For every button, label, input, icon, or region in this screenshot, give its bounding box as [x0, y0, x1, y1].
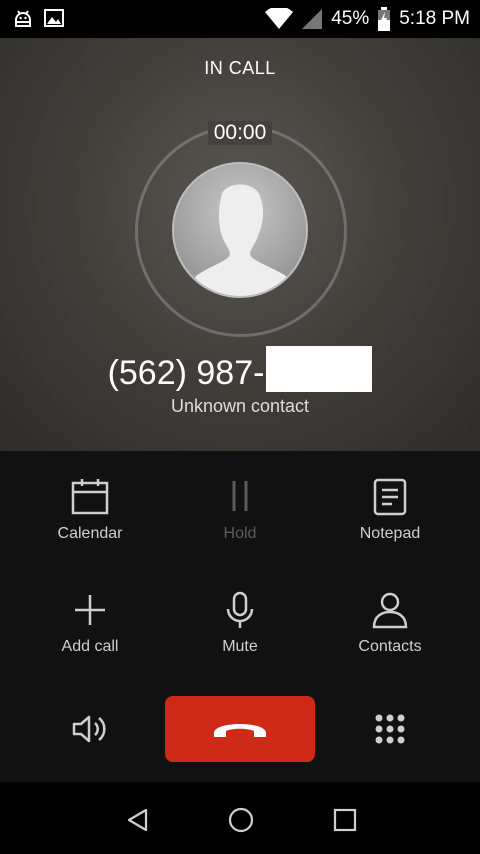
back-triangle-icon: [127, 808, 148, 832]
mute-button[interactable]: Mute: [165, 590, 315, 656]
notepad-button[interactable]: Notepad: [315, 477, 465, 543]
hold-label: Hold: [223, 525, 257, 542]
call-timer-text: 00:00: [207, 121, 273, 145]
calendar-button[interactable]: Calendar: [15, 477, 165, 543]
contacts-label: Contacts: [358, 638, 422, 655]
end-call-button[interactable]: [165, 696, 315, 762]
hold-button[interactable]: Hold: [165, 477, 315, 543]
pause-icon: [232, 481, 248, 511]
recent-apps-square-icon: [333, 808, 357, 832]
battery-percent: 45%: [331, 8, 370, 29]
calendar-label: Calendar: [57, 525, 123, 542]
calendar-icon: [71, 479, 109, 515]
microphone-icon: [226, 591, 254, 628]
person-silhouette-icon: [186, 184, 294, 296]
add-call-button[interactable]: Add call: [15, 590, 165, 656]
add-call-label: Add call: [61, 638, 119, 655]
speaker-icon: [72, 715, 106, 743]
caller-number-text: (562) 987-: [107, 354, 265, 392]
dialpad-button[interactable]: [360, 699, 420, 759]
redacted-block: [266, 346, 373, 392]
notepad-icon: [373, 478, 407, 516]
speaker-button[interactable]: [60, 699, 120, 759]
home-button[interactable]: [221, 800, 261, 840]
person-icon: [372, 592, 408, 629]
call-timer: 00:00: [0, 121, 480, 145]
wifi-icon: [265, 8, 294, 29]
navigation-bar: [0, 782, 480, 854]
clock: 5:18 PM: [399, 8, 470, 29]
android-debug-icon: [15, 10, 31, 27]
hang-up-icon: [214, 724, 266, 737]
battery-charging-icon: [378, 7, 391, 31]
contact-avatar: [172, 162, 308, 298]
recent-apps-button[interactable]: [325, 800, 365, 840]
home-circle-icon: [228, 807, 254, 833]
call-state-label: IN CALL: [204, 58, 276, 78]
status-bar: 45% 5:18 PM: [0, 0, 480, 38]
contact-label: Unknown contact: [170, 396, 310, 416]
dialpad-icon: [375, 714, 405, 744]
plus-icon: [75, 595, 105, 625]
caller-number: (562) 987-: [0, 346, 480, 393]
contacts-button[interactable]: Contacts: [315, 590, 465, 656]
call-controls: Calendar Hold Notepad Add call Mute Cont…: [0, 451, 480, 782]
mute-label: Mute: [222, 638, 258, 655]
back-button[interactable]: [118, 800, 158, 840]
image-notification-icon: [44, 9, 64, 27]
cellular-signal-icon: [302, 9, 323, 29]
notepad-label: Notepad: [359, 525, 421, 542]
